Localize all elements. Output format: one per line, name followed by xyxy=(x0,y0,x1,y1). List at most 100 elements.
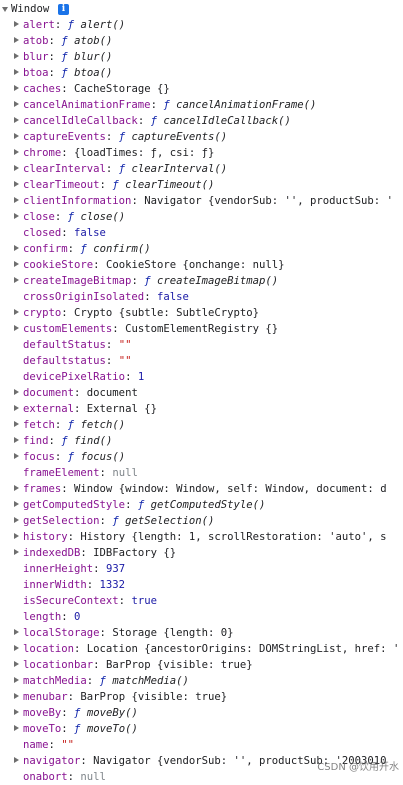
property-row-btoa[interactable]: btoa: ƒ btoa() xyxy=(0,65,403,81)
expand-arrow-icon[interactable] xyxy=(14,437,19,443)
expand-arrow-icon[interactable] xyxy=(14,501,19,507)
property-row-blur[interactable]: blur: ƒ blur() xyxy=(0,49,403,65)
property-value: clearTimeout() xyxy=(125,179,215,191)
property-row-chrome[interactable]: chrome: {loadTimes: ƒ, csi: ƒ} xyxy=(0,145,403,161)
property-row-moveTo[interactable]: moveTo: ƒ moveTo() xyxy=(0,721,403,737)
property-row-customElements[interactable]: customElements: CustomElementRegistry {} xyxy=(0,321,403,337)
expand-arrow-icon[interactable] xyxy=(14,421,19,427)
property-entry: cookieStore: CookieStore {onchange: null… xyxy=(23,257,285,273)
property-key: clientInformation xyxy=(23,195,132,207)
key-separator: : xyxy=(67,691,81,703)
property-entry: fetch: ƒ fetch() xyxy=(23,417,125,433)
property-row-getSelection[interactable]: getSelection: ƒ getSelection() xyxy=(0,513,403,529)
expand-arrow-icon[interactable] xyxy=(14,181,19,187)
key-separator: : xyxy=(54,451,68,463)
property-key: history xyxy=(23,531,68,543)
expand-arrow-icon[interactable] xyxy=(14,645,19,651)
expand-arrow-icon[interactable] xyxy=(14,677,19,683)
expand-arrow-icon[interactable] xyxy=(14,757,19,763)
property-row-clearInterval[interactable]: clearInterval: ƒ clearInterval() xyxy=(0,161,403,177)
watermark: CSDN @饮用开水 xyxy=(317,762,399,773)
property-key: captureEvents xyxy=(23,131,106,143)
property-row-location[interactable]: location: Location {ancestorOrigins: DOM… xyxy=(0,641,403,657)
expand-arrow-icon[interactable] xyxy=(14,117,19,123)
property-row-length: length: 0 xyxy=(0,609,403,625)
property-row-confirm[interactable]: confirm: ƒ confirm() xyxy=(0,241,403,257)
property-row-focus[interactable]: focus: ƒ focus() xyxy=(0,449,403,465)
property-key: find xyxy=(23,435,49,447)
expand-arrow-icon[interactable] xyxy=(14,389,19,395)
expand-arrow-icon[interactable] xyxy=(14,661,19,667)
expand-arrow-icon[interactable] xyxy=(14,165,19,171)
expand-arrow-icon[interactable] xyxy=(14,53,19,59)
property-row-cancelAnimationFrame[interactable]: cancelAnimationFrame: ƒ cancelAnimationF… xyxy=(0,97,403,113)
expand-arrow-icon[interactable] xyxy=(14,133,19,139)
property-row-history[interactable]: history: History {length: 1, scrollResto… xyxy=(0,529,403,545)
expand-arrow-icon[interactable] xyxy=(14,549,19,555)
key-separator: : xyxy=(61,227,75,239)
property-row-frames[interactable]: frames: Window {window: Window, self: Wi… xyxy=(0,481,403,497)
property-row-matchMedia[interactable]: matchMedia: ƒ matchMedia() xyxy=(0,673,403,689)
expand-arrow-icon[interactable] xyxy=(14,37,19,43)
key-separator: : xyxy=(105,131,119,143)
expand-arrow-icon[interactable] xyxy=(14,453,19,459)
expand-arrow-icon[interactable] xyxy=(14,517,19,523)
expand-arrow-icon[interactable] xyxy=(14,693,19,699)
expand-arrow-icon[interactable] xyxy=(14,21,19,27)
expand-arrow-icon[interactable] xyxy=(14,197,19,203)
key-separator: : xyxy=(74,403,87,415)
expand-arrow-icon[interactable] xyxy=(14,69,19,75)
property-key: defaultstatus xyxy=(23,355,106,367)
expand-arrow-icon[interactable] xyxy=(14,629,19,635)
property-value: Crypto {subtle: SubtleCrypto} xyxy=(74,307,260,319)
property-row-clearTimeout[interactable]: clearTimeout: ƒ clearTimeout() xyxy=(0,177,403,193)
property-row-alert[interactable]: alert: ƒ alert() xyxy=(0,17,403,33)
expand-arrow-icon[interactable] xyxy=(14,485,19,491)
property-row-indexedDB[interactable]: indexedDB: IDBFactory {} xyxy=(0,545,403,561)
property-entry: length: 0 xyxy=(23,609,80,625)
property-row-close[interactable]: close: ƒ close() xyxy=(0,209,403,225)
property-row-locationbar[interactable]: locationbar: BarProp {visible: true} xyxy=(0,657,403,673)
key-separator: : xyxy=(61,83,75,95)
property-row-createImageBitmap[interactable]: createImageBitmap: ƒ createImageBitmap() xyxy=(0,273,403,289)
property-value: Location {ancestorOrigins: DOMStringList… xyxy=(86,643,400,655)
expand-arrow-icon[interactable] xyxy=(14,405,19,411)
expand-arrow-icon[interactable] xyxy=(14,533,19,539)
property-entry: moveTo: ƒ moveTo() xyxy=(23,721,138,737)
property-row-document[interactable]: document: document xyxy=(0,385,403,401)
expand-arrow-icon[interactable] xyxy=(14,85,19,91)
expand-arrow-icon[interactable] xyxy=(14,725,19,731)
property-row-captureEvents[interactable]: captureEvents: ƒ captureEvents() xyxy=(0,129,403,145)
property-row-cancelIdleCallback[interactable]: cancelIdleCallback: ƒ cancelIdleCallback… xyxy=(0,113,403,129)
expand-arrow-icon[interactable] xyxy=(14,709,19,715)
expand-arrow-icon[interactable] xyxy=(14,309,19,315)
property-entry: focus: ƒ focus() xyxy=(23,449,125,465)
expand-arrow-icon[interactable] xyxy=(14,325,19,331)
property-row-crypto[interactable]: crypto: Crypto {subtle: SubtleCrypto} xyxy=(0,305,403,321)
property-row-caches[interactable]: caches: CacheStorage {} xyxy=(0,81,403,97)
property-entry: frames: Window {window: Window, self: Wi… xyxy=(23,481,387,497)
expand-arrow-icon[interactable] xyxy=(14,261,19,267)
expand-arrow-icon[interactable] xyxy=(14,245,19,251)
property-entry: defaultStatus: "" xyxy=(23,337,131,353)
property-row-moveBy[interactable]: moveBy: ƒ moveBy() xyxy=(0,705,403,721)
expand-arrow-icon[interactable] xyxy=(14,277,19,283)
collapse-arrow-icon[interactable] xyxy=(2,7,8,12)
property-row-find[interactable]: find: ƒ find() xyxy=(0,433,403,449)
property-row-getComputedStyle[interactable]: getComputedStyle: ƒ getComputedStyle() xyxy=(0,497,403,513)
property-row-localStorage[interactable]: localStorage: Storage {length: 0} xyxy=(0,625,403,641)
property-row-clientInformation[interactable]: clientInformation: Navigator {vendorSub:… xyxy=(0,193,403,209)
property-row-menubar[interactable]: menubar: BarProp {visible: true} xyxy=(0,689,403,705)
property-value: false xyxy=(74,227,106,239)
property-row-external[interactable]: external: External {} xyxy=(0,401,403,417)
expand-arrow-icon[interactable] xyxy=(14,101,19,107)
expand-arrow-icon[interactable] xyxy=(14,213,19,219)
key-separator: : xyxy=(112,323,126,335)
property-row-fetch[interactable]: fetch: ƒ fetch() xyxy=(0,417,403,433)
property-row-atob[interactable]: atob: ƒ atob() xyxy=(0,33,403,49)
property-value: CustomElementRegistry {} xyxy=(125,323,279,335)
expand-arrow-icon[interactable] xyxy=(14,149,19,155)
property-row-cookieStore[interactable]: cookieStore: CookieStore {onchange: null… xyxy=(0,257,403,273)
info-icon[interactable]: i xyxy=(58,4,69,15)
key-separator: : xyxy=(61,723,75,735)
